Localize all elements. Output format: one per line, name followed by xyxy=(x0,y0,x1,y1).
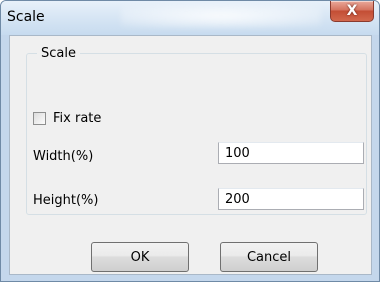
group-legend: Scale xyxy=(37,46,80,61)
close-icon: X xyxy=(346,3,358,19)
height-input[interactable] xyxy=(218,188,364,210)
fix-rate-checkbox[interactable] xyxy=(33,112,46,125)
blurred-background-title xyxy=(121,4,321,28)
width-label: Width(%) xyxy=(33,149,94,164)
height-label: Height(%) xyxy=(33,193,99,208)
fix-rate-row[interactable]: Fix rate xyxy=(33,111,101,126)
dialog-title: Scale xyxy=(7,9,45,25)
fix-rate-label[interactable]: Fix rate xyxy=(53,111,101,126)
cancel-button[interactable]: Cancel xyxy=(220,242,318,272)
title-bar[interactable]: Scale X xyxy=(1,1,379,35)
dialog-client-area: Scale Fix rate Width(%) Height(%) OK Can… xyxy=(9,35,372,275)
width-input[interactable] xyxy=(218,142,364,164)
ok-button[interactable]: OK xyxy=(91,242,189,272)
scale-dialog-window: Scale X Scale Fix rate Width(%) Height(%… xyxy=(0,0,380,282)
close-button[interactable]: X xyxy=(330,1,374,22)
